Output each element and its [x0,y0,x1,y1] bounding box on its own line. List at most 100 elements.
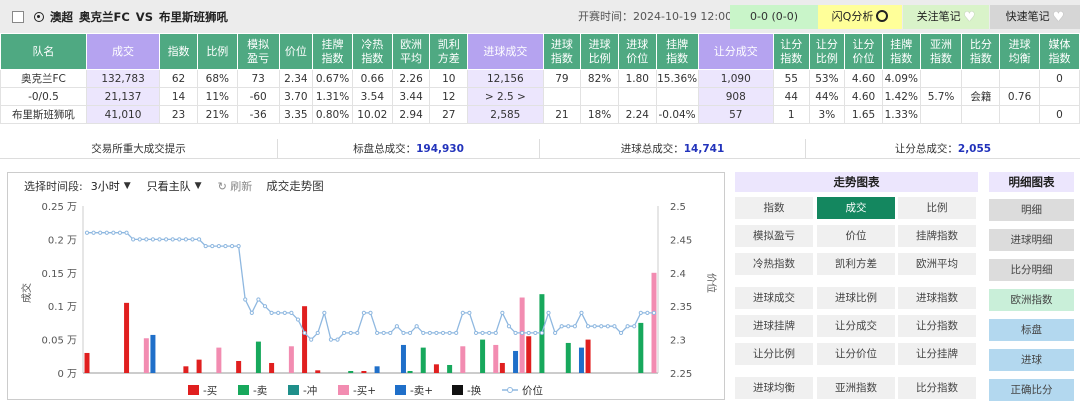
col-header-0[interactable]: 队名 [0,33,87,70]
bar--买 [499,362,505,373]
trend-button-5[interactable]: 挂牌指数 [898,225,976,247]
table-cell: 10.02 [351,105,393,124]
price-point [566,324,571,329]
price-point [500,310,505,315]
col-header-2[interactable]: 指数 [159,33,198,70]
detail-button-1[interactable]: 进球明细 [989,229,1074,251]
detail-button-5[interactable]: 进球 [989,349,1074,371]
price-point [585,324,591,329]
col-header-11[interactable]: 进球 指数 [542,33,582,70]
y-tick-label: 0.15 万 [42,269,77,280]
quick-notes-button[interactable]: 快速笔记 ♥ [990,5,1080,29]
col-header-22[interactable]: 进球 均衡 [999,33,1040,70]
price-point [157,237,162,242]
trend-button-1[interactable]: 成交 [817,197,895,219]
col-header-20[interactable]: 亚洲 指数 [919,33,963,70]
goals-total-label: 进球总成交： [620,143,684,155]
col-header-23[interactable]: 媒体 指数 [1038,33,1080,70]
price-point [625,324,630,329]
price-point [480,330,485,336]
col-header-4[interactable]: 模拟 盈亏 [236,33,280,70]
trend-button-4[interactable]: 价位 [817,225,895,247]
price-point [295,317,301,322]
trend-button-6[interactable]: 冷热指数 [735,253,813,275]
col-header-5[interactable]: 价位 [278,33,314,70]
col-header-9[interactable]: 凯利 方差 [429,33,469,70]
table-cell: 1.31% [312,87,353,106]
trend-button-20[interactable]: 比分指数 [898,377,976,399]
bar--买+ [460,346,466,373]
col-header-16[interactable]: 让分 指数 [772,33,810,70]
col-header-17[interactable]: 让分 比例 [808,33,846,70]
col-header-8[interactable]: 欧洲 平均 [391,33,431,70]
trend-button-14[interactable]: 让分指数 [898,315,976,337]
col-header-10[interactable]: 进球成交 [467,33,544,70]
trend-button-3[interactable]: 模拟盈亏 [735,225,813,247]
y2-tick-label: 2.35 [670,302,692,313]
q-analysis-button[interactable]: 闪Q分析 [818,5,902,29]
bar--买 [585,339,591,373]
price-point [111,230,116,235]
exchange-hint: 交易所重大成交提示 [0,139,278,158]
legend-swatch [238,385,249,395]
col-header-1[interactable]: 成交 [85,33,161,70]
trend-button-16[interactable]: 让分价位 [817,343,895,365]
trend-button-18[interactable]: 进球均衡 [735,377,813,399]
detail-button-0[interactable]: 明细 [989,199,1074,221]
detail-button-3[interactable]: 欧洲指数 [989,289,1074,311]
col-header-13[interactable]: 进球 价位 [617,33,657,70]
table-cell: 62 [159,69,198,88]
price-point [638,310,643,315]
trend-button-7[interactable]: 凯利方差 [817,253,895,275]
col-header-12[interactable]: 进球 比例 [580,33,619,70]
match-title: 澳超 奥克兰FC VS 布里斯班狮吼 [34,9,228,25]
col-header-18[interactable]: 让分 价位 [844,33,883,70]
col-header-7[interactable]: 冷热 指数 [351,33,393,70]
price-point [91,230,96,235]
legend-swatch [338,385,349,395]
table-cell: -36 [236,105,280,124]
trend-button-2[interactable]: 比例 [898,197,976,219]
price-point [460,310,465,315]
table-cell: 73 [236,69,280,88]
trend-button-15[interactable]: 让分比例 [735,343,813,365]
price-point [520,330,525,336]
col-header-15[interactable]: 让分成交 [697,33,774,70]
y2-axis-title: 价位 [705,273,718,293]
trend-button-19[interactable]: 亚洲指数 [817,377,895,399]
trend-button-17[interactable]: 让分挂牌 [898,343,976,365]
table-cell: 2.26 [391,69,431,88]
table-cell: 0 [1038,105,1080,124]
bar--卖 [420,347,426,373]
follow-notes-button[interactable]: 关注笔记 ♥ [903,5,989,29]
legend-swatch [188,385,199,395]
detail-button-4[interactable]: 标盘 [989,319,1074,341]
trend-button-12[interactable]: 进球挂牌 [735,315,813,337]
price-point [276,310,281,315]
col-header-19[interactable]: 挂牌 指数 [881,33,921,70]
match-select-checkbox[interactable] [12,10,24,23]
trend-button-11[interactable]: 进球指数 [898,287,976,309]
table-cell [617,87,657,106]
table-cell: 14 [159,87,198,106]
legend-label: -换 [467,384,482,397]
col-header-3[interactable]: 比例 [196,33,238,70]
trend-button-9[interactable]: 进球成交 [735,287,813,309]
col-header-14[interactable]: 挂牌 指数 [655,33,699,70]
price-point [572,324,577,329]
trend-button-10[interactable]: 进球比例 [817,287,895,309]
col-header-6[interactable]: 挂牌 指数 [312,33,353,70]
price-point [177,237,182,242]
trend-button-8[interactable]: 欧洲平均 [898,253,976,275]
y2-tick-label: 2.45 [670,235,692,246]
detail-button-2[interactable]: 比分明细 [989,259,1074,281]
detail-button-6[interactable]: 正确比分 [989,379,1074,401]
vs-label: VS [135,9,153,24]
table-cell: -60 [236,87,280,106]
col-header-21[interactable]: 比分 指数 [961,33,1001,70]
bar--卖+ [400,344,406,373]
price-point [618,330,624,336]
trend-button-13[interactable]: 让分成交 [817,315,895,337]
price-point [150,237,156,242]
trend-button-0[interactable]: 指数 [735,197,813,219]
